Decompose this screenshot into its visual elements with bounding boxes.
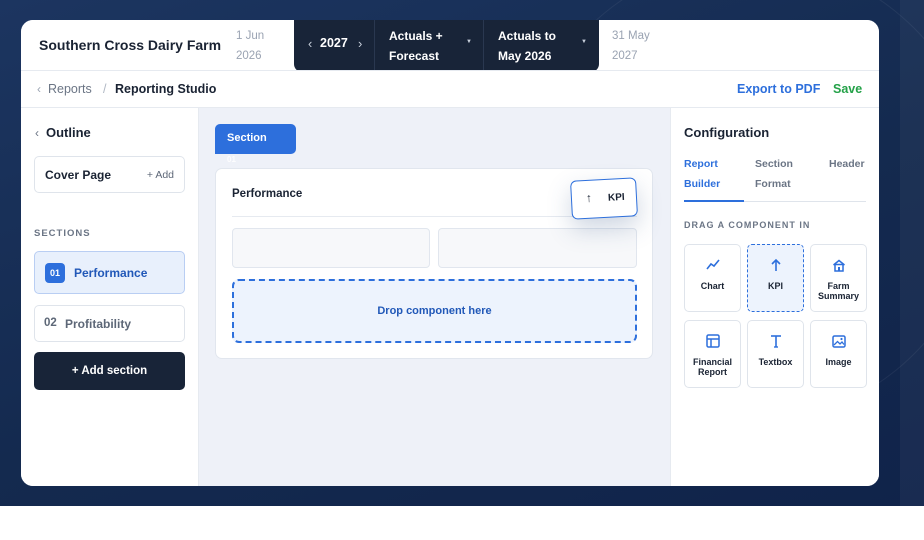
component-label: Textbox xyxy=(758,357,793,367)
app-window: Southern Cross Dairy Farm 1 Jun 2026 ‹ 2… xyxy=(21,20,879,486)
component-chart[interactable]: Chart xyxy=(684,244,741,312)
breadcrumb-bar: ‹ Reports / Reporting Studio Export to P… xyxy=(21,70,879,108)
component-label: Image xyxy=(825,357,852,367)
scenario-select[interactable]: Actuals + Forecast xyxy=(389,26,473,66)
farm-name: Southern Cross Dairy Farm xyxy=(39,37,222,53)
tab-header[interactable]: Header xyxy=(829,154,879,174)
save-button[interactable]: Save xyxy=(833,82,862,96)
year-label: 2027 xyxy=(320,36,348,50)
breadcrumb-reports-link[interactable]: Reports xyxy=(48,82,92,96)
configuration-panel: Configuration Report Builder Section For… xyxy=(670,108,879,486)
component-financial-report[interactable]: Financial Report xyxy=(684,320,741,388)
arrow-up-icon: ↑ xyxy=(585,190,593,205)
breadcrumb-separator: / xyxy=(103,82,107,96)
component-kpi[interactable]: KPI xyxy=(747,244,804,312)
report-canvas: Section 01 Performance Drop component he… xyxy=(199,108,670,486)
component-slot[interactable] xyxy=(232,228,430,268)
period-start-date: 1 Jun 2026 xyxy=(236,30,265,62)
dragged-component-label: KPI xyxy=(607,191,625,204)
chevron-down-icon: ▼ xyxy=(581,39,587,45)
component-label: Chart xyxy=(700,281,725,291)
home-icon xyxy=(811,257,866,273)
image-icon xyxy=(811,333,866,349)
component-slot[interactable] xyxy=(438,228,637,268)
tab-section-format[interactable]: Section Format xyxy=(755,154,805,194)
section-tab-number: 01 xyxy=(227,155,236,164)
cover-page-item[interactable]: Cover Page + Add xyxy=(34,156,185,193)
next-year-icon[interactable]: › xyxy=(358,36,362,51)
section-label: Performance xyxy=(74,266,148,280)
export-pdf-button[interactable]: Export to PDF xyxy=(737,82,820,96)
section-label: Profitability xyxy=(65,317,132,331)
section-item-performance[interactable]: 01 Performance xyxy=(34,251,185,294)
tab-report-builder[interactable]: Report Builder xyxy=(684,154,734,194)
configuration-title: Configuration xyxy=(684,125,770,140)
cover-page-label: Cover Page xyxy=(45,168,112,182)
collapse-outline-icon[interactable]: ‹ xyxy=(35,126,39,140)
component-label: Financial Report xyxy=(692,357,732,377)
chevron-left-icon[interactable]: ‹ xyxy=(37,82,41,96)
period-end-date: 31 May 2027 xyxy=(612,30,650,62)
outline-title: Outline xyxy=(46,125,91,140)
component-label: Farm Summary xyxy=(817,281,860,301)
table-icon xyxy=(685,333,740,349)
divider xyxy=(483,20,484,72)
component-textbox[interactable]: Textbox xyxy=(747,320,804,388)
sections-heading: SECTIONS xyxy=(34,228,91,239)
component-image[interactable]: Image xyxy=(810,320,867,388)
drop-zone[interactable]: Drop component here xyxy=(232,279,637,343)
section-number-badge: 01 xyxy=(45,263,65,283)
dragged-kpi-component[interactable]: ↑ KPI xyxy=(570,177,638,220)
add-section-button[interactable]: + Add section xyxy=(34,352,185,390)
section-number: 02 xyxy=(44,317,57,329)
top-bar: Southern Cross Dairy Farm 1 Jun 2026 ‹ 2… xyxy=(21,20,879,72)
component-label: KPI xyxy=(767,281,783,291)
text-icon xyxy=(748,333,803,349)
add-cover-page-button[interactable]: + Add xyxy=(147,169,174,181)
breadcrumb-current: Reporting Studio xyxy=(115,82,217,96)
section-item-profitability[interactable]: 02 Profitability xyxy=(34,305,185,342)
arrow-up-icon xyxy=(748,257,803,273)
actuals-to-select[interactable]: Actuals to May 2026 xyxy=(498,26,582,66)
line-chart-icon xyxy=(685,257,740,273)
chevron-down-icon: ▼ xyxy=(466,39,472,45)
component-farm-summary[interactable]: Farm Summary xyxy=(810,244,867,312)
section-tab-label: Section xyxy=(227,132,267,144)
drag-component-heading: DRAG A COMPONENT IN xyxy=(684,220,811,230)
divider xyxy=(374,20,375,72)
active-tab-indicator xyxy=(684,200,744,202)
outline-sidebar: ‹ Outline Cover Page + Add SECTIONS 01 P… xyxy=(21,108,199,486)
section-tab[interactable]: Section xyxy=(215,124,296,154)
section-panel-title: Performance xyxy=(232,188,303,200)
period-controls: ‹ 2027 › Actuals + Forecast ▼ Actuals to… xyxy=(294,20,599,72)
previous-year-icon[interactable]: ‹ xyxy=(308,36,312,51)
